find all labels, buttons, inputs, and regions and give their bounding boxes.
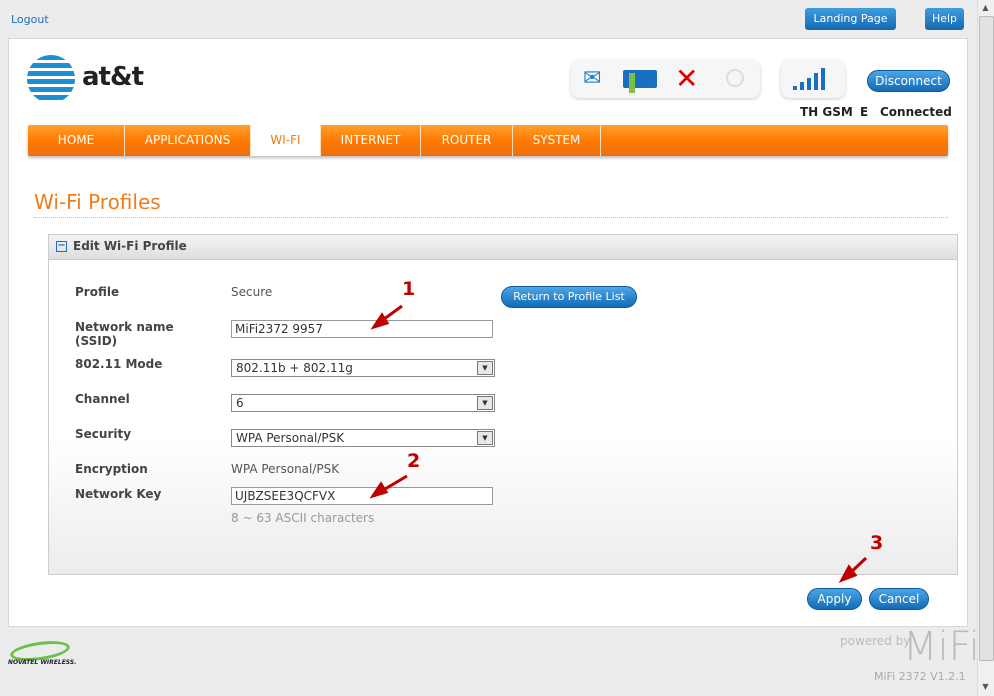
powered-by-text: powered by	[840, 634, 911, 648]
mifi-logo: MiFi	[903, 624, 980, 670]
scrollbar-thumb[interactable]	[979, 16, 994, 661]
scroll-up-icon[interactable]: ▲	[979, 3, 992, 13]
scroll-down-icon[interactable]: ▼	[979, 682, 992, 692]
novatel-logo-text: NOVATEL WIRELESS.	[8, 659, 77, 666]
apply-button[interactable]: Apply	[807, 588, 862, 610]
arrow-head-2	[369, 481, 389, 499]
cancel-button[interactable]: Cancel	[869, 588, 929, 610]
version-text: MiFi 2372 V1.2.1	[874, 670, 966, 683]
scrollbar[interactable]: ▲ ▼	[977, 0, 994, 696]
